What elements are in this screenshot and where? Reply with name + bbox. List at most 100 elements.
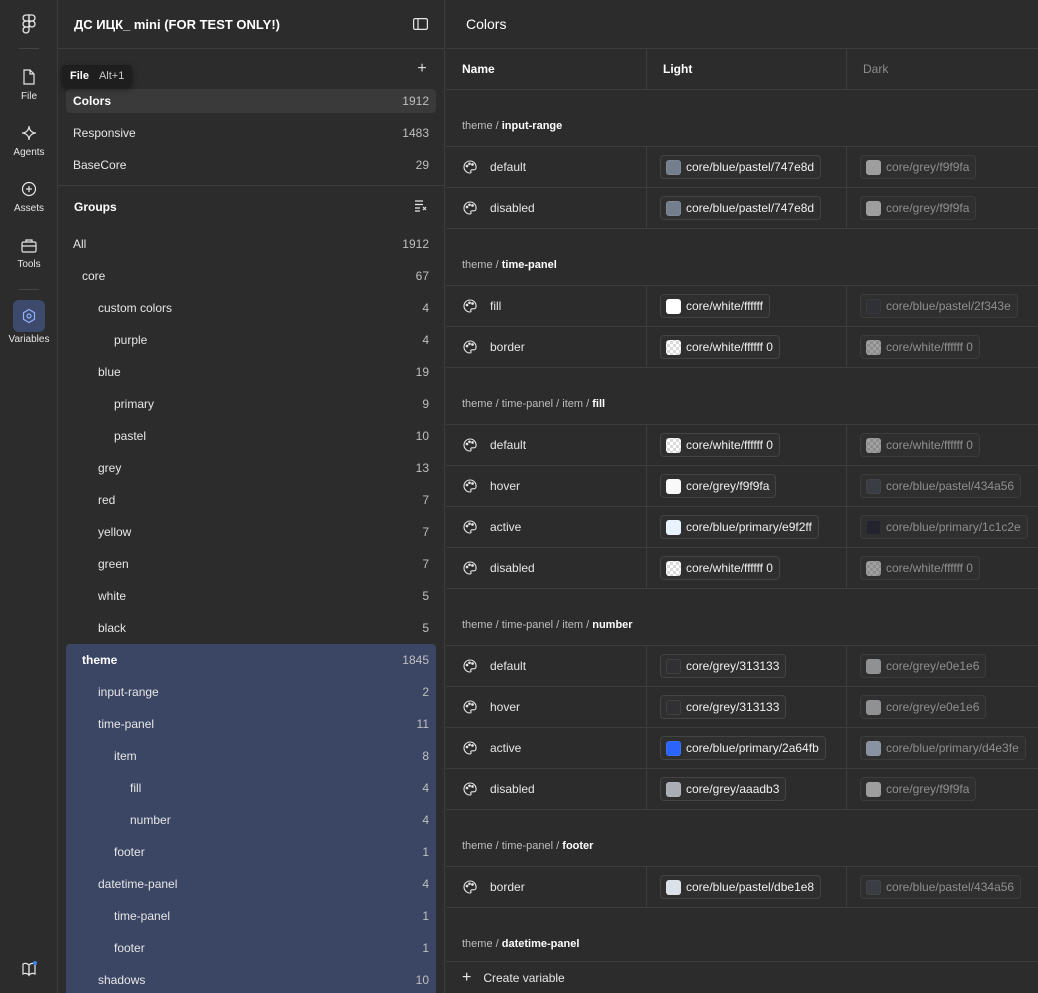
dark-value-cell[interactable]: core/grey/e0e1e6	[847, 687, 1038, 727]
rail-file[interactable]: File	[0, 65, 58, 102]
dark-value-cell[interactable]: core/blue/primary/1c1c2e	[847, 507, 1038, 547]
alias-chip[interactable]: core/blue/primary/e9f2ff	[660, 515, 819, 539]
alias-chip[interactable]: core/blue/primary/2a64fb	[660, 736, 826, 760]
variable-row[interactable]: default core/grey/313133 core/grey/e0e1e6	[446, 646, 1038, 687]
variable-row[interactable]: default core/blue/pastel/747e8d core/grey/…	[446, 147, 1038, 188]
light-value-cell[interactable]: core/white/ffffff	[647, 286, 847, 326]
rail-assets[interactable]: Assets	[0, 177, 58, 214]
light-value-cell[interactable]: core/white/ffffff 0	[647, 327, 847, 367]
light-value-cell[interactable]: core/grey/aaadb3	[647, 769, 847, 809]
alias-chip[interactable]: core/blue/pastel/747e8d	[660, 155, 822, 179]
variable-row[interactable]: disabled core/grey/aaadb3 core/grey/f9f9fa	[446, 769, 1038, 810]
group-item[interactable]: fill 4	[66, 772, 436, 804]
variable-row[interactable]: fill core/white/ffffff core/blue/pastel/2f…	[446, 286, 1038, 327]
dark-value-cell[interactable]: core/grey/f9f9fa	[847, 769, 1038, 809]
rail-agents[interactable]: Agents	[0, 121, 58, 158]
dark-value-cell[interactable]: core/blue/pastel/2f343e	[847, 286, 1038, 326]
group-item[interactable]: time-panel 1	[66, 900, 436, 932]
group-item[interactable]: white 5	[66, 580, 436, 612]
dark-value-cell[interactable]: core/white/ffffff 0	[847, 425, 1038, 465]
alias-chip[interactable]: core/grey/f9f9fa	[860, 196, 977, 220]
group-item[interactable]: grey 13	[66, 452, 436, 484]
variable-row[interactable]: active core/blue/primary/e9f2ff core/blue/…	[446, 507, 1038, 548]
help-book-icon[interactable]	[18, 958, 40, 980]
group-item[interactable]: input-range 2	[66, 676, 436, 708]
variable-row[interactable]: border core/white/ffffff 0 core/white/ffff…	[446, 327, 1038, 368]
dark-value-cell[interactable]: core/blue/primary/d4e3fe	[847, 728, 1038, 768]
variable-name-cell[interactable]: disabled	[446, 548, 647, 588]
variable-name-cell[interactable]: hover	[446, 466, 647, 506]
dark-value-cell[interactable]: core/white/ffffff 0	[847, 548, 1038, 588]
group-item[interactable]: black 5	[66, 612, 436, 644]
alias-chip[interactable]: core/white/ffffff 0	[660, 335, 780, 359]
light-value-cell[interactable]: core/white/ffffff 0	[647, 548, 847, 588]
alias-chip[interactable]: core/blue/pastel/434a56	[860, 474, 1022, 498]
alias-chip[interactable]: core/grey/313133	[660, 695, 787, 719]
rail-tools[interactable]: Tools	[0, 233, 58, 270]
alias-chip[interactable]: core/white/ffffff 0	[860, 433, 980, 457]
figma-logo-icon[interactable]	[18, 12, 40, 36]
group-item[interactable]: footer 1	[66, 836, 436, 868]
variable-name-cell[interactable]: default	[446, 646, 647, 686]
variable-row[interactable]: border core/blue/pastel/dbe1e8 core/blue/p…	[446, 867, 1038, 908]
column-light[interactable]: Light	[647, 49, 847, 89]
variable-name-cell[interactable]: active	[446, 507, 647, 547]
variable-row[interactable]: hover core/grey/313133 core/grey/e0e1e6	[446, 687, 1038, 728]
group-item[interactable]: shadows 10	[66, 964, 436, 993]
create-variable-button[interactable]: + Create variable	[446, 961, 1038, 993]
dark-value-cell[interactable]: core/grey/f9f9fa	[847, 147, 1038, 187]
column-name[interactable]: Name	[446, 49, 647, 89]
alias-chip[interactable]: core/white/ffffff 0	[660, 433, 780, 457]
dark-value-cell[interactable]: core/grey/e0e1e6	[847, 646, 1038, 686]
column-dark[interactable]: Dark	[847, 49, 1038, 89]
alias-chip[interactable]: core/grey/f9f9fa	[860, 777, 977, 801]
light-value-cell[interactable]: core/blue/pastel/dbe1e8	[647, 867, 847, 907]
dark-value-cell[interactable]: core/grey/f9f9fa	[847, 188, 1038, 228]
variable-row[interactable]: default core/white/ffffff 0 core/white/fff…	[446, 425, 1038, 466]
group-item[interactable]: purple 4	[66, 324, 436, 356]
variable-row[interactable]: disabled core/blue/pastel/747e8d core/grey…	[446, 188, 1038, 229]
light-value-cell[interactable]: core/white/ffffff 0	[647, 425, 847, 465]
collapse-all-icon[interactable]	[414, 199, 428, 215]
variable-name-cell[interactable]: fill	[446, 286, 647, 326]
light-value-cell[interactable]: core/grey/f9f9fa	[647, 466, 847, 506]
variable-name-cell[interactable]: disabled	[446, 188, 647, 228]
alias-chip[interactable]: core/blue/pastel/dbe1e8	[660, 875, 822, 899]
variable-name-cell[interactable]: default	[446, 425, 647, 465]
light-value-cell[interactable]: core/blue/primary/e9f2ff	[647, 507, 847, 547]
variable-name-cell[interactable]: border	[446, 867, 647, 907]
group-item[interactable]: yellow 7	[66, 516, 436, 548]
add-collection-button[interactable]: +	[414, 61, 430, 77]
dark-value-cell[interactable]: core/blue/pastel/434a56	[847, 867, 1038, 907]
group-item[interactable]: footer 1	[66, 932, 436, 964]
alias-chip[interactable]: core/grey/313133	[660, 654, 787, 678]
variable-name-cell[interactable]: border	[446, 327, 647, 367]
dark-value-cell[interactable]: core/blue/pastel/434a56	[847, 466, 1038, 506]
light-value-cell[interactable]: core/grey/313133	[647, 646, 847, 686]
variable-name-cell[interactable]: active	[446, 728, 647, 768]
alias-chip[interactable]: core/grey/e0e1e6	[860, 654, 987, 678]
alias-chip[interactable]: core/white/ffffff 0	[860, 556, 980, 580]
collection-item[interactable]: BaseCore 29	[66, 153, 436, 177]
alias-chip[interactable]: core/grey/e0e1e6	[860, 695, 987, 719]
variable-name-cell[interactable]: disabled	[446, 769, 647, 809]
collection-item[interactable]: Colors 1912	[66, 89, 436, 113]
group-item[interactable]: number 4	[66, 804, 436, 836]
alias-chip[interactable]: core/white/ffffff 0	[660, 556, 780, 580]
alias-chip[interactable]: core/grey/aaadb3	[660, 777, 787, 801]
group-item[interactable]: custom colors 4	[66, 292, 436, 324]
alias-chip[interactable]: core/blue/pastel/747e8d	[660, 196, 822, 220]
rail-variables[interactable]: Variables	[0, 300, 58, 345]
toggle-panel-icon[interactable]	[412, 16, 428, 32]
alias-chip[interactable]: core/grey/f9f9fa	[660, 474, 777, 498]
light-value-cell[interactable]: core/blue/primary/2a64fb	[647, 728, 847, 768]
alias-chip[interactable]: core/blue/primary/1c1c2e	[860, 515, 1028, 539]
group-item[interactable]: time-panel 11	[66, 708, 436, 740]
group-item[interactable]: pastel 10	[66, 420, 436, 452]
variable-name-cell[interactable]: hover	[446, 687, 647, 727]
alias-chip[interactable]: core/blue/primary/d4e3fe	[860, 736, 1026, 760]
collection-item[interactable]: Responsive 1483	[66, 121, 436, 145]
group-item[interactable]: green 7	[66, 548, 436, 580]
group-item[interactable]: primary 9	[66, 388, 436, 420]
group-item[interactable]: datetime-panel 4	[66, 868, 436, 900]
